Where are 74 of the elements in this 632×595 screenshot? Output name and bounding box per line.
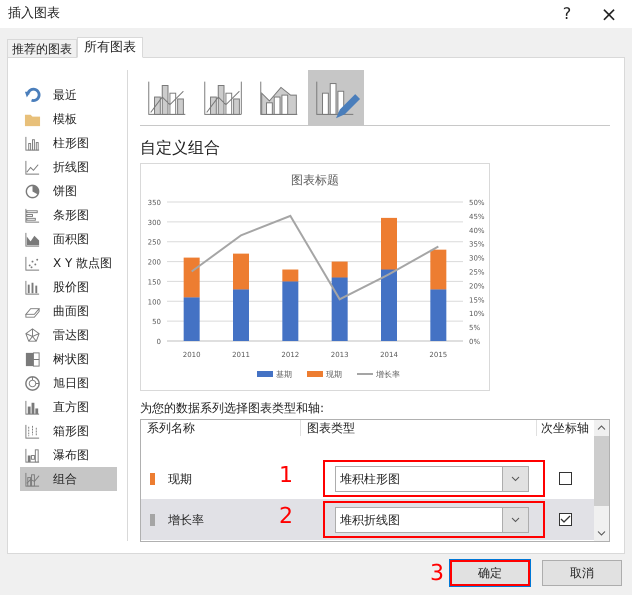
legend-label: 基期	[276, 370, 292, 379]
chevron-down-icon	[511, 476, 520, 482]
section-heading: 自定义组合	[140, 137, 221, 159]
callout-number: 3	[430, 560, 444, 588]
instruction-text: 为您的数据系列选择图表类型和轴:	[140, 400, 326, 415]
sidebar-item[interactable]: 最近	[20, 83, 117, 107]
chevron-down-icon	[511, 516, 520, 522]
sidebar-item[interactable]: 直方图	[20, 395, 117, 419]
bar	[184, 297, 200, 341]
sidebar-item[interactable]: 瀑布图	[20, 443, 117, 467]
series-name: 增长率	[168, 512, 204, 528]
area-chart-icon	[24, 230, 41, 248]
bar	[381, 218, 397, 270]
table-row[interactable]: 增长率 2 堆积折线图	[141, 499, 594, 540]
line-chart-icon	[24, 158, 41, 176]
chevron-down-icon[interactable]	[597, 531, 606, 536]
legend-swatch	[307, 371, 323, 377]
sidebar-item[interactable]: 模板	[20, 107, 117, 131]
sidebar-item[interactable]: 面积图	[20, 227, 117, 251]
legend-line	[357, 373, 373, 375]
tab[interactable]: 所有图表	[77, 37, 143, 58]
sidebar-item[interactable]: 饼图	[20, 179, 117, 203]
scatter-chart-icon	[24, 254, 41, 272]
sidebar-item[interactable]: 旭日图	[20, 371, 117, 395]
chart-subtype-button[interactable]	[308, 70, 364, 126]
sidebar-item[interactable]: 曲面图	[20, 299, 117, 323]
callout-number: 2	[279, 503, 293, 531]
column-header: 次坐标轴	[540, 420, 590, 436]
chart-type-dropdown[interactable]: 堆积柱形图	[335, 466, 529, 492]
sidebar-item[interactable]: 柱形图	[20, 131, 117, 155]
pie-chart-icon	[24, 182, 41, 200]
column-header: 图表类型	[301, 420, 537, 436]
legend-swatch	[257, 371, 273, 377]
column-header: 系列名称	[141, 420, 301, 436]
radar-chart-icon	[24, 326, 41, 344]
undo-icon	[24, 86, 41, 104]
callout-number: 1	[279, 462, 293, 490]
checkbox[interactable]	[559, 513, 572, 526]
chevron-up-icon[interactable]	[597, 425, 606, 430]
column-chart-icon	[24, 134, 41, 152]
help-button[interactable]: ?	[552, 2, 582, 26]
sidebar-item[interactable]: 组合	[20, 467, 117, 491]
sidebar-item[interactable]: 树状图	[20, 347, 117, 371]
bar-chart-icon	[24, 206, 41, 224]
sidebar-item[interactable]: 箱形图	[20, 419, 117, 443]
tab[interactable]: 推荐的图表	[7, 39, 77, 57]
bar	[430, 250, 446, 290]
scrollbar[interactable]	[594, 420, 609, 541]
sunburst-icon	[24, 374, 41, 392]
chart-type-dropdown[interactable]: 堆积折线图	[335, 506, 529, 532]
sidebar-item[interactable]: 股价图	[20, 275, 117, 299]
stock-chart-icon	[24, 278, 41, 296]
sidebar-item[interactable]: 条形图	[20, 203, 117, 227]
box-plot-icon	[24, 422, 41, 440]
series-name: 现期	[168, 470, 192, 488]
window-title: 插入图表	[8, 5, 60, 24]
cancel-button[interactable]: 取消	[542, 560, 622, 586]
sidebar-item[interactable]: 雷达图	[20, 323, 117, 347]
histogram-icon	[24, 398, 41, 416]
ok-button[interactable]: 确定	[450, 560, 530, 586]
bar	[381, 270, 397, 341]
chart-title: 图表标题	[291, 173, 339, 187]
checkbox[interactable]	[559, 472, 572, 485]
table-row[interactable]: 现期 1 堆积柱形图	[141, 458, 594, 499]
bar	[184, 258, 200, 298]
close-button[interactable]: ×	[594, 2, 624, 26]
bar	[430, 289, 446, 341]
treemap-icon	[24, 350, 41, 368]
combo-chart-icon	[24, 470, 41, 488]
waterfall-icon	[24, 446, 41, 464]
legend-label: 增长率	[376, 370, 400, 379]
legend-label: 现期	[326, 370, 342, 379]
sidebar-item[interactable]: 折线图	[20, 155, 117, 179]
sidebar-item[interactable]: X Y 散点图	[20, 251, 117, 275]
